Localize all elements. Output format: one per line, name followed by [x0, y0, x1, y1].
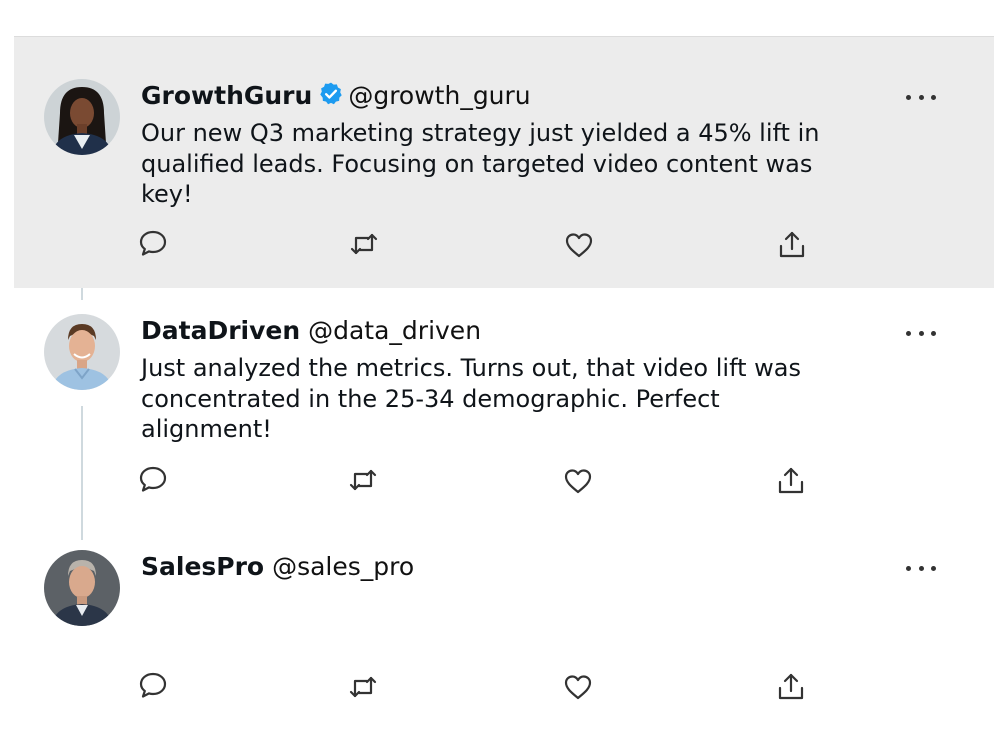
verified-badge-icon: [318, 81, 344, 114]
avatar[interactable]: [44, 314, 120, 390]
handle[interactable]: @data_driven: [308, 316, 481, 345]
tweet-header: GrowthGuru @growth_guru: [141, 81, 531, 114]
share-icon[interactable]: [777, 230, 807, 260]
like-icon[interactable]: [564, 230, 594, 260]
display-name[interactable]: DataDriven: [141, 316, 300, 345]
tweet[interactable]: DataDriven @data_driven Just analyzed th…: [0, 290, 1002, 535]
reply-icon[interactable]: [138, 670, 168, 700]
tweet-text: Our new Q3 marketing strategy just yield…: [141, 119, 820, 208]
handle[interactable]: @sales_pro: [272, 552, 414, 581]
display-name[interactable]: GrowthGuru: [141, 81, 312, 110]
avatar[interactable]: [44, 550, 120, 626]
like-icon[interactable]: [563, 672, 593, 702]
reply-icon[interactable]: [138, 228, 168, 258]
retweet-icon[interactable]: [349, 229, 379, 259]
tweet[interactable]: GrowthGuru @growth_guru Our new Q3 market…: [14, 36, 994, 288]
handle[interactable]: @growth_guru: [348, 81, 530, 110]
more-options-icon[interactable]: [906, 561, 936, 575]
tweet[interactable]: SalesPro @sales_pro: [0, 535, 1002, 735]
display-name[interactable]: SalesPro: [141, 552, 264, 581]
tweet-header: SalesPro @sales_pro: [141, 552, 414, 582]
reply-icon[interactable]: [138, 464, 168, 494]
avatar[interactable]: [44, 79, 120, 155]
share-icon[interactable]: [776, 672, 806, 702]
retweet-icon[interactable]: [348, 465, 378, 495]
more-options-icon[interactable]: [906, 326, 936, 340]
retweet-icon[interactable]: [348, 672, 378, 702]
like-icon[interactable]: [563, 466, 593, 496]
more-options-icon[interactable]: [906, 90, 936, 104]
tweet-header: DataDriven @data_driven: [141, 316, 481, 346]
share-icon[interactable]: [776, 466, 806, 496]
tweet-text: Just analyzed the metrics. Turns out, th…: [141, 354, 801, 443]
